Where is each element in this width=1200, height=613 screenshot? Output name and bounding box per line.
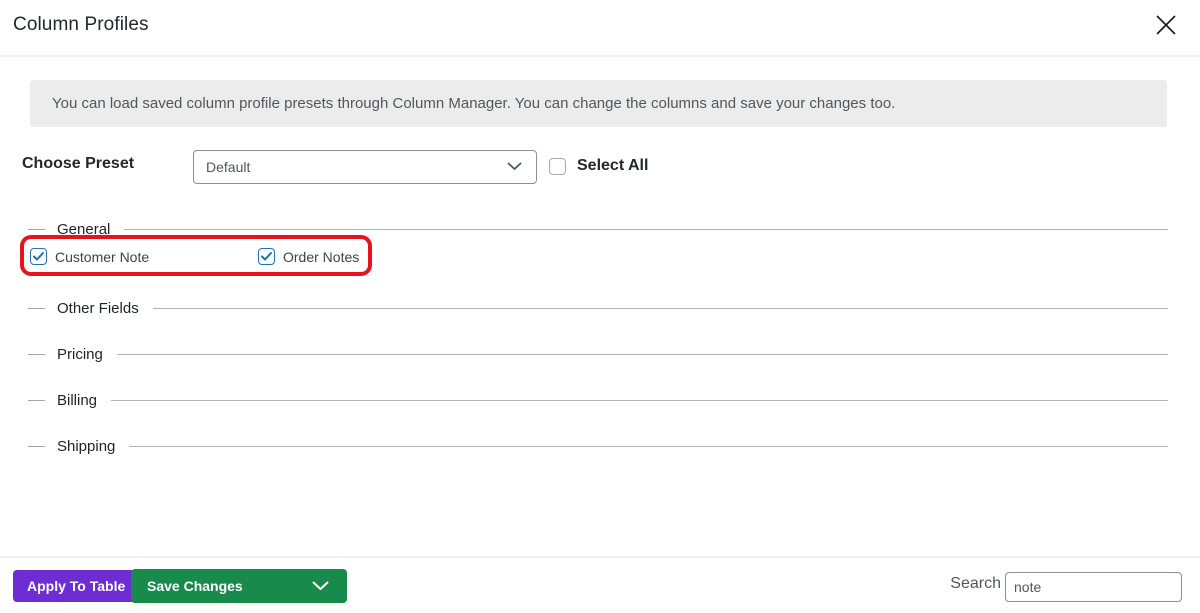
search-input[interactable] bbox=[1005, 572, 1182, 602]
section-label: Other Fields bbox=[57, 299, 139, 317]
customer-note-checkbox[interactable] bbox=[30, 248, 47, 265]
column-option-order-notes[interactable]: Order Notes bbox=[258, 248, 359, 265]
select-all-checkbox[interactable] bbox=[549, 158, 566, 175]
divider bbox=[116, 353, 1168, 355]
section-header-pricing: Pricing bbox=[28, 345, 1168, 363]
divider bbox=[28, 307, 45, 309]
chevron-down-icon bbox=[507, 158, 522, 176]
chevron-down-icon[interactable] bbox=[312, 578, 329, 594]
divider bbox=[28, 445, 45, 447]
section-header-general: General bbox=[28, 220, 1168, 238]
section-header-billing: Billing bbox=[28, 391, 1168, 409]
select-all-label[interactable]: Select All bbox=[577, 157, 648, 175]
section-label: Pricing bbox=[57, 345, 103, 363]
column-option-customer-note[interactable]: Customer Note bbox=[30, 248, 149, 265]
divider bbox=[111, 399, 1168, 401]
divider bbox=[124, 228, 1168, 230]
divider bbox=[28, 353, 45, 355]
column-profiles-modal: Column Profiles You can load saved colum… bbox=[0, 0, 1200, 613]
customer-note-label: Customer Note bbox=[55, 248, 150, 265]
search-label: Search bbox=[950, 575, 1001, 592]
section-label: Billing bbox=[57, 391, 98, 409]
section-header-shipping: Shipping bbox=[28, 437, 1168, 455]
save-changes-label: Save Changes bbox=[147, 578, 243, 594]
apply-to-table-button[interactable]: Apply To Table bbox=[13, 570, 140, 602]
checkmark-icon bbox=[261, 248, 272, 266]
choose-preset-label: Choose Preset bbox=[22, 155, 135, 172]
info-banner: You can load saved column profile preset… bbox=[30, 80, 1167, 127]
save-changes-button[interactable]: Save Changes bbox=[131, 569, 347, 603]
info-banner-text: You can load saved column profile preset… bbox=[52, 95, 896, 112]
preset-select[interactable]: Default bbox=[193, 150, 537, 184]
page-title: Column Profiles bbox=[13, 14, 149, 35]
section-label: General bbox=[57, 220, 111, 238]
preset-select-value: Default bbox=[206, 159, 251, 175]
close-icon bbox=[1152, 11, 1180, 42]
close-button[interactable] bbox=[1150, 10, 1182, 42]
order-notes-label: Order Notes bbox=[283, 248, 360, 265]
section-label: Shipping bbox=[57, 437, 116, 455]
divider bbox=[152, 307, 1168, 309]
divider bbox=[129, 445, 1168, 447]
section-header-other-fields: Other Fields bbox=[28, 299, 1168, 317]
modal-header: Column Profiles bbox=[0, 0, 1200, 57]
checkmark-icon bbox=[33, 248, 44, 266]
order-notes-checkbox[interactable] bbox=[258, 248, 275, 265]
divider bbox=[28, 228, 45, 230]
modal-footer: Apply To Table Save Changes Search bbox=[0, 556, 1200, 613]
divider bbox=[28, 399, 45, 401]
